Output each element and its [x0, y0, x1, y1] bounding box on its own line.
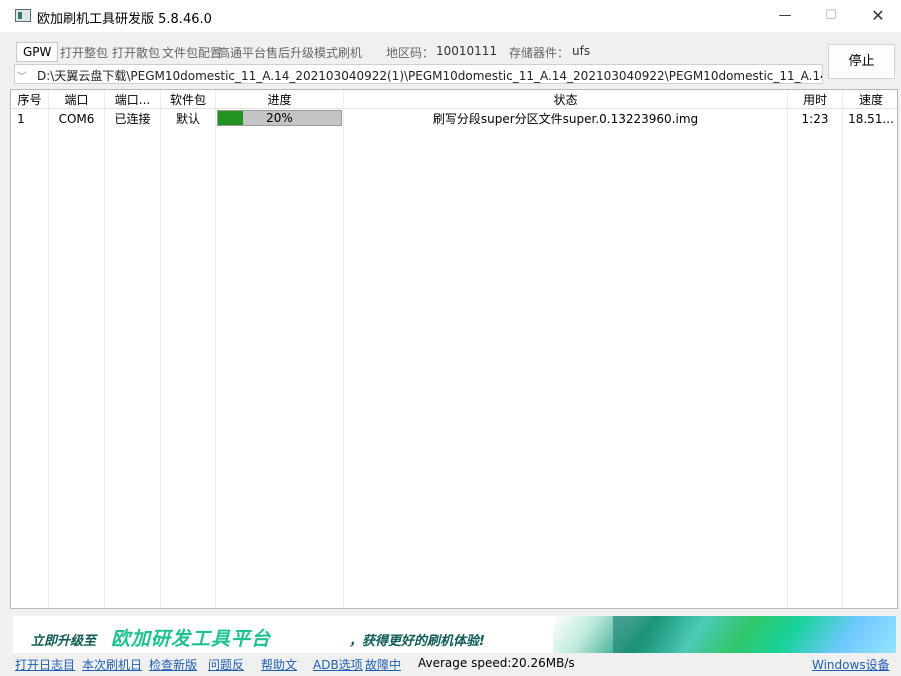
row-speed: 18.51...	[848, 112, 894, 126]
gpw-button[interactable]: GPW	[16, 42, 59, 62]
package-config-button[interactable]: 文件包配置	[162, 44, 222, 61]
row-package: 默认	[175, 112, 200, 126]
column-divider	[787, 90, 788, 608]
row-port-status: 已连接	[114, 112, 151, 126]
minimize-icon[interactable]: —	[762, 0, 808, 32]
header-speed[interactable]: 速度	[843, 92, 897, 108]
storage-label: 存储器件：	[509, 46, 570, 60]
column-divider	[215, 90, 216, 608]
banner-suffix: ，获得更好的刷机体验!	[349, 634, 485, 649]
open-whole-package-button[interactable]: 打开整包	[60, 44, 108, 61]
row-port: COM6	[58, 112, 95, 126]
average-speed: Average speed:20.26MB/s	[418, 656, 575, 670]
stop-button[interactable]: 停止	[828, 44, 895, 79]
column-divider	[343, 90, 344, 608]
row-status: 刷写分段super分区文件super.0.13223960.img	[432, 112, 699, 126]
header-progress[interactable]: 进度	[216, 92, 343, 108]
toolbar: GPW 打开整包 打开散包 文件包配置 高通平台售后升级模式刷机 地区码： 10…	[12, 41, 822, 63]
package-path-text: D:\天翼云盘下载\PEGM10domestic_11_A.14_2021030…	[37, 69, 823, 83]
window-title: 欧加刷机工具研发版 5.8.46.0	[37, 12, 212, 27]
flash-mode-label: 高通平台售后升级模式刷机	[218, 46, 363, 60]
column-divider	[160, 90, 161, 608]
row-index: 1	[17, 112, 25, 126]
device-table: 序号 端口 端口... 软件包 进度 状态 用时 速度 1 COM6 已连接 默…	[10, 89, 898, 609]
maximize-icon[interactable]: ☐	[808, 0, 854, 32]
banner-graphic	[553, 616, 896, 653]
header-elapsed[interactable]: 用时	[788, 92, 842, 108]
banner-graphic-overlay	[613, 616, 683, 653]
header-index[interactable]: 序号	[11, 92, 48, 108]
this-flash-log-link[interactable]: 本次刷机日	[82, 656, 142, 673]
upgrade-banner[interactable]: 立即升级至 欧加研发工具平台 ，获得更好的刷机体验!	[13, 616, 896, 653]
fault-center-link[interactable]: 故障中	[365, 656, 401, 673]
progress-percent: 20%	[266, 111, 293, 125]
storage-value: ufs	[572, 44, 591, 58]
check-update-link[interactable]: 检查新版	[149, 656, 197, 673]
header-port-status[interactable]: 端口...	[105, 92, 160, 108]
open-scatter-package-button[interactable]: 打开散包	[112, 44, 160, 61]
column-divider	[104, 90, 105, 608]
close-icon[interactable]: ✕	[855, 0, 901, 32]
title-bar: 欧加刷机工具研发版 5.8.46.0 — ☐ ✕	[0, 0, 901, 32]
footer-bar: 打开日志目 本次刷机日 检查新版 问题反 帮助文 ADB选项 故障中 Avera…	[0, 655, 901, 676]
progress-bar: 20%	[217, 110, 342, 126]
region-code-label: 地区码：	[386, 46, 435, 60]
header-port[interactable]: 端口	[49, 92, 104, 108]
package-path-combo[interactable]: ﹀ D:\天翼云盘下载\PEGM10domestic_11_A.14_20210…	[14, 64, 823, 84]
region-code-value: 10010111	[436, 44, 498, 58]
windows-device-link[interactable]: Windows设备	[812, 656, 890, 673]
open-log-dir-link[interactable]: 打开日志目	[15, 656, 75, 673]
chevron-down-icon[interactable]: ﹀	[17, 68, 27, 83]
column-divider	[842, 90, 843, 608]
banner-highlight: 欧加研发工具平台	[111, 628, 272, 650]
banner-prefix: 立即升级至	[31, 634, 97, 649]
column-divider	[48, 90, 49, 608]
header-package[interactable]: 软件包	[161, 92, 215, 108]
row-elapsed: 1:23	[801, 112, 829, 126]
feedback-link[interactable]: 问题反	[208, 656, 244, 673]
adb-options-link[interactable]: ADB选项	[313, 656, 363, 673]
header-divider	[11, 108, 897, 109]
header-status[interactable]: 状态	[344, 92, 787, 108]
app-icon	[15, 9, 31, 22]
help-doc-link[interactable]: 帮助文	[261, 656, 297, 673]
